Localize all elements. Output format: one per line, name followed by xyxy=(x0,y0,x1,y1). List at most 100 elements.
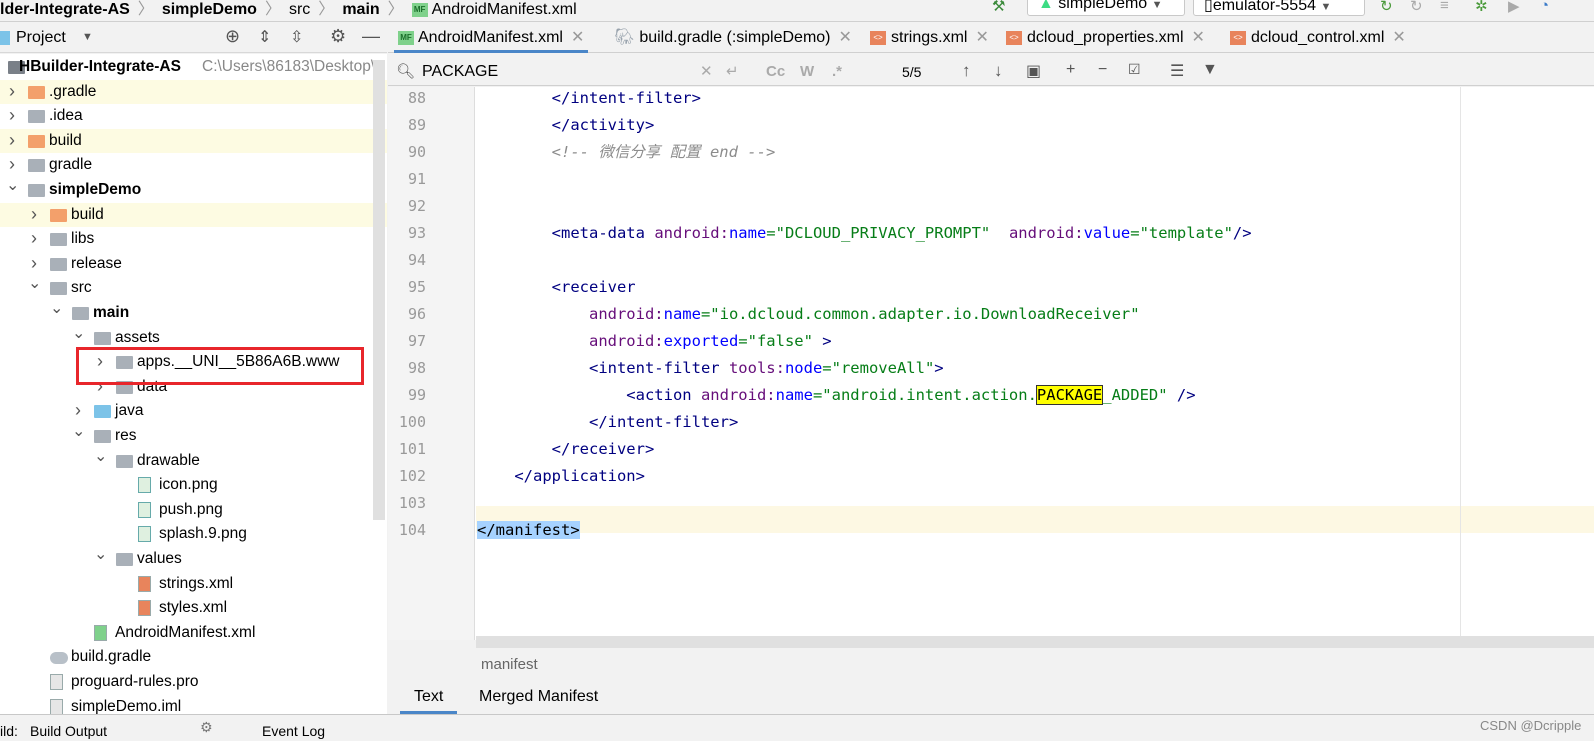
chevron-down-icon[interactable]: ⌄ xyxy=(6,174,19,198)
tree-item[interactable]: › release xyxy=(0,252,387,276)
build-output-tab[interactable]: Build Output xyxy=(30,723,107,739)
code-line[interactable]: <meta-data android:name="DCLOUD_PRIVACY_… xyxy=(477,220,1252,247)
tab-strings-xml[interactable]: <> strings.xml ✕ xyxy=(866,23,993,53)
device-select[interactable]: ▯emulator-5554 ▼ xyxy=(1193,0,1365,16)
chevron-right-icon[interactable]: › xyxy=(28,251,40,275)
clear-icon[interactable]: ✕ xyxy=(700,62,713,80)
apply-changes-icon[interactable]: ↻ xyxy=(1380,0,1393,15)
attach-debugger-icon[interactable]: ▶ xyxy=(1508,0,1520,15)
breadcrumb-file[interactable]: AndroidManifest.xml xyxy=(432,1,577,18)
tree-item[interactable]: splash.9.png xyxy=(0,522,387,546)
code-line[interactable]: </application> xyxy=(477,463,645,490)
filter-options-icon[interactable]: ☰ xyxy=(1170,61,1184,81)
tree-item[interactable]: simpleDemo.iml xyxy=(0,695,387,714)
chevron-right-icon[interactable]: › xyxy=(28,226,40,250)
tree-item[interactable]: ⌄ drawable xyxy=(0,448,387,473)
tree-item[interactable]: AndroidManifest.xml xyxy=(0,621,387,645)
code-line[interactable]: android:name="io.dcloud.common.adapter.i… xyxy=(477,301,1140,328)
tree-item[interactable]: › .gradle xyxy=(0,79,387,104)
tab-merged-manifest[interactable]: Merged Manifest xyxy=(479,682,598,714)
previous-match-icon[interactable]: ↑ xyxy=(962,61,971,81)
regex-toggle[interactable]: .* xyxy=(832,63,842,80)
breadcrumb-project[interactable]: lder-Integrate-AS xyxy=(0,1,130,18)
sync-icon[interactable]: ≡ xyxy=(1440,0,1449,14)
tree-item[interactable]: HBuilder-Integrate-AS C:\Users\86183\Desk… xyxy=(0,55,387,79)
project-view-select[interactable]: Project xyxy=(16,29,66,47)
code-editor[interactable]: 88 89 90 91 92 93 94 95 96 97 98 99 100 101 102 103 104 … xyxy=(388,87,1594,640)
search-icon[interactable]: 🔍︎ xyxy=(396,62,415,80)
select-all-occurrences-icon[interactable]: ▣ xyxy=(1026,61,1041,81)
chevron-down-icon[interactable]: ▼ xyxy=(82,31,93,43)
collapse-all-icon[interactable]: ⇳ xyxy=(290,27,303,47)
code-line[interactable]: </manifest> xyxy=(477,517,580,544)
code-line[interactable]: </receiver> xyxy=(477,436,655,463)
tree-scrollbar[interactable] xyxy=(373,60,385,520)
chevron-right-icon[interactable]: › xyxy=(6,79,18,103)
gear-icon[interactable]: ⚙ xyxy=(330,26,346,47)
next-match-icon[interactable]: ↓ xyxy=(994,61,1003,81)
search-input[interactable] xyxy=(422,61,722,83)
tree-item[interactable]: › .idea xyxy=(0,104,387,128)
chevron-right-icon[interactable]: › xyxy=(28,202,40,226)
debug-icon[interactable]: ✲ xyxy=(1475,0,1488,15)
expand-all-icon[interactable]: ⇕ xyxy=(258,27,271,47)
code-line[interactable]: <action android:name="android.intent.act… xyxy=(477,382,1196,409)
close-tab-icon[interactable]: ✕ xyxy=(571,29,584,46)
build-hammer-icon[interactable]: ⚒ xyxy=(992,0,1005,15)
code-line[interactable]: </intent-filter> xyxy=(477,409,738,436)
gear-icon[interactable]: ⚙ xyxy=(200,719,213,736)
code-line[interactable]: </activity> xyxy=(477,112,655,139)
breadcrumb-main[interactable]: main xyxy=(342,1,379,18)
apply-code-changes-icon[interactable]: ↻ xyxy=(1410,0,1423,15)
locate-icon[interactable]: ⊕ xyxy=(225,26,240,47)
horizontal-scrollbar[interactable] xyxy=(476,636,1594,648)
breadcrumb-manifest[interactable]: manifest xyxy=(481,656,538,673)
hide-icon[interactable]: — xyxy=(362,26,380,47)
code-line[interactable]: <intent-filter tools:node="removeAll"> xyxy=(477,355,944,382)
chevron-down-icon[interactable]: ⌄ xyxy=(94,445,107,469)
new-line-icon[interactable]: ↵ xyxy=(726,62,739,80)
tab-build-gradle-simpledemo-[interactable]: 🐘︎ build.gradle (:simpleDemo) ✕ xyxy=(610,23,856,53)
tree-item[interactable]: › libs xyxy=(0,227,387,251)
chevron-right-icon[interactable]: › xyxy=(72,398,84,422)
code-line[interactable]: <receiver xyxy=(477,274,636,301)
chevron-right-icon[interactable]: › xyxy=(6,103,18,127)
breadcrumb-module[interactable]: simpleDemo xyxy=(162,1,257,18)
tree-item[interactable]: ⌄ assets xyxy=(0,325,387,350)
chevron-down-icon[interactable]: ⌄ xyxy=(50,297,63,321)
event-log-tab[interactable]: Event Log xyxy=(262,723,325,739)
tree-item[interactable]: › gradle xyxy=(0,153,387,177)
breadcrumb-src[interactable]: src xyxy=(289,1,310,18)
code-line[interactable]: <!-- 微信分享 配置 end --> xyxy=(477,139,776,166)
remove-occurrence-icon[interactable]: − xyxy=(1098,61,1107,79)
tab-text[interactable]: Text xyxy=(400,682,458,714)
code-line[interactable]: android:exported="false" > xyxy=(477,328,832,355)
run-config-select[interactable]: ▲ simpleDemo ▼ xyxy=(1027,0,1185,16)
tree-item[interactable]: icon.png xyxy=(0,473,387,497)
tree-item[interactable]: › build xyxy=(0,202,387,227)
select-all-icon[interactable]: ☑ xyxy=(1128,61,1141,78)
match-case-toggle[interactable]: Cc xyxy=(766,63,785,80)
tree-item[interactable]: ⌄ main xyxy=(0,300,387,325)
tree-item[interactable]: › java xyxy=(0,399,387,423)
close-tab-icon[interactable]: ✕ xyxy=(1192,29,1205,46)
tree-item[interactable]: › build xyxy=(0,128,387,153)
chevron-down-icon[interactable]: ⌄ xyxy=(28,272,41,296)
tree-item[interactable]: push.png xyxy=(0,498,387,522)
chevron-right-icon[interactable]: › xyxy=(6,128,18,152)
tab-dcloud-properties-xml[interactable]: <> dcloud_properties.xml ✕ xyxy=(1002,23,1209,53)
tree-item[interactable]: ⌄ simpleDemo xyxy=(0,177,387,202)
words-toggle[interactable]: W xyxy=(800,63,814,80)
chevron-down-icon[interactable]: ⌄ xyxy=(94,543,107,567)
chevron-down-icon[interactable]: ⌄ xyxy=(72,322,85,346)
close-tab-icon[interactable]: ✕ xyxy=(1392,29,1405,46)
tree-item[interactable]: build.gradle xyxy=(0,645,387,669)
chevron-right-icon[interactable]: › xyxy=(6,152,18,176)
close-tab-icon[interactable]: ✕ xyxy=(839,29,852,46)
close-tab-icon[interactable]: ✕ xyxy=(975,29,988,46)
chevron-down-icon[interactable]: ⌄ xyxy=(72,420,85,444)
tab-dcloud-control-xml[interactable]: <> dcloud_control.xml ✕ xyxy=(1226,23,1410,53)
profiler-icon[interactable]: ◔ xyxy=(1540,0,1549,14)
filter-icon[interactable]: ▼ xyxy=(1202,61,1218,79)
tree-item[interactable]: strings.xml xyxy=(0,572,387,596)
